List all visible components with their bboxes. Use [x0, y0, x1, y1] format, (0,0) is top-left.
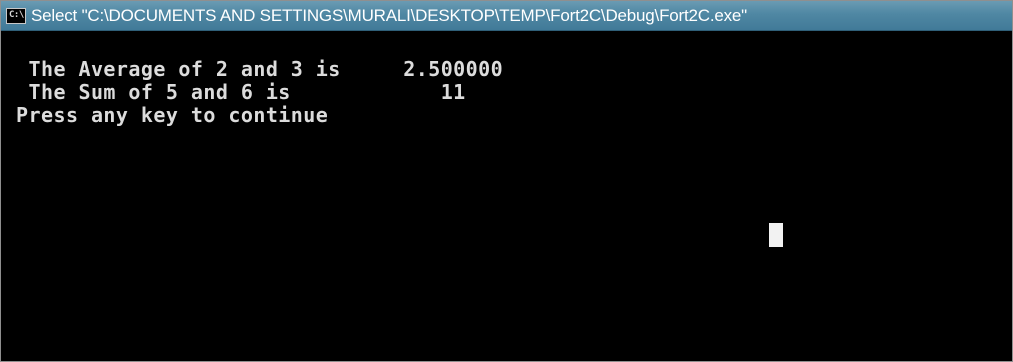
console-line: Press any key to continue [16, 103, 329, 127]
console-icon[interactable]: C:\ [6, 7, 26, 24]
console-line: The Average of 2 and 3 is 2.500000 [16, 57, 504, 81]
console-line: The Sum of 5 and 6 is 11 [16, 80, 466, 104]
console-icon-glyph: C:\ [9, 10, 24, 20]
title-bar[interactable]: C:\ Select "C:\DOCUMENTS AND SETTINGS\MU… [1, 1, 1012, 31]
selection-cursor [769, 223, 783, 247]
console-output-area[interactable]: The Average of 2 and 3 is 2.500000 The S… [1, 31, 1012, 361]
window-title: Select "C:\DOCUMENTS AND SETTINGS\MURALI… [31, 5, 747, 25]
console-window: C:\ Select "C:\DOCUMENTS AND SETTINGS\MU… [0, 0, 1013, 362]
